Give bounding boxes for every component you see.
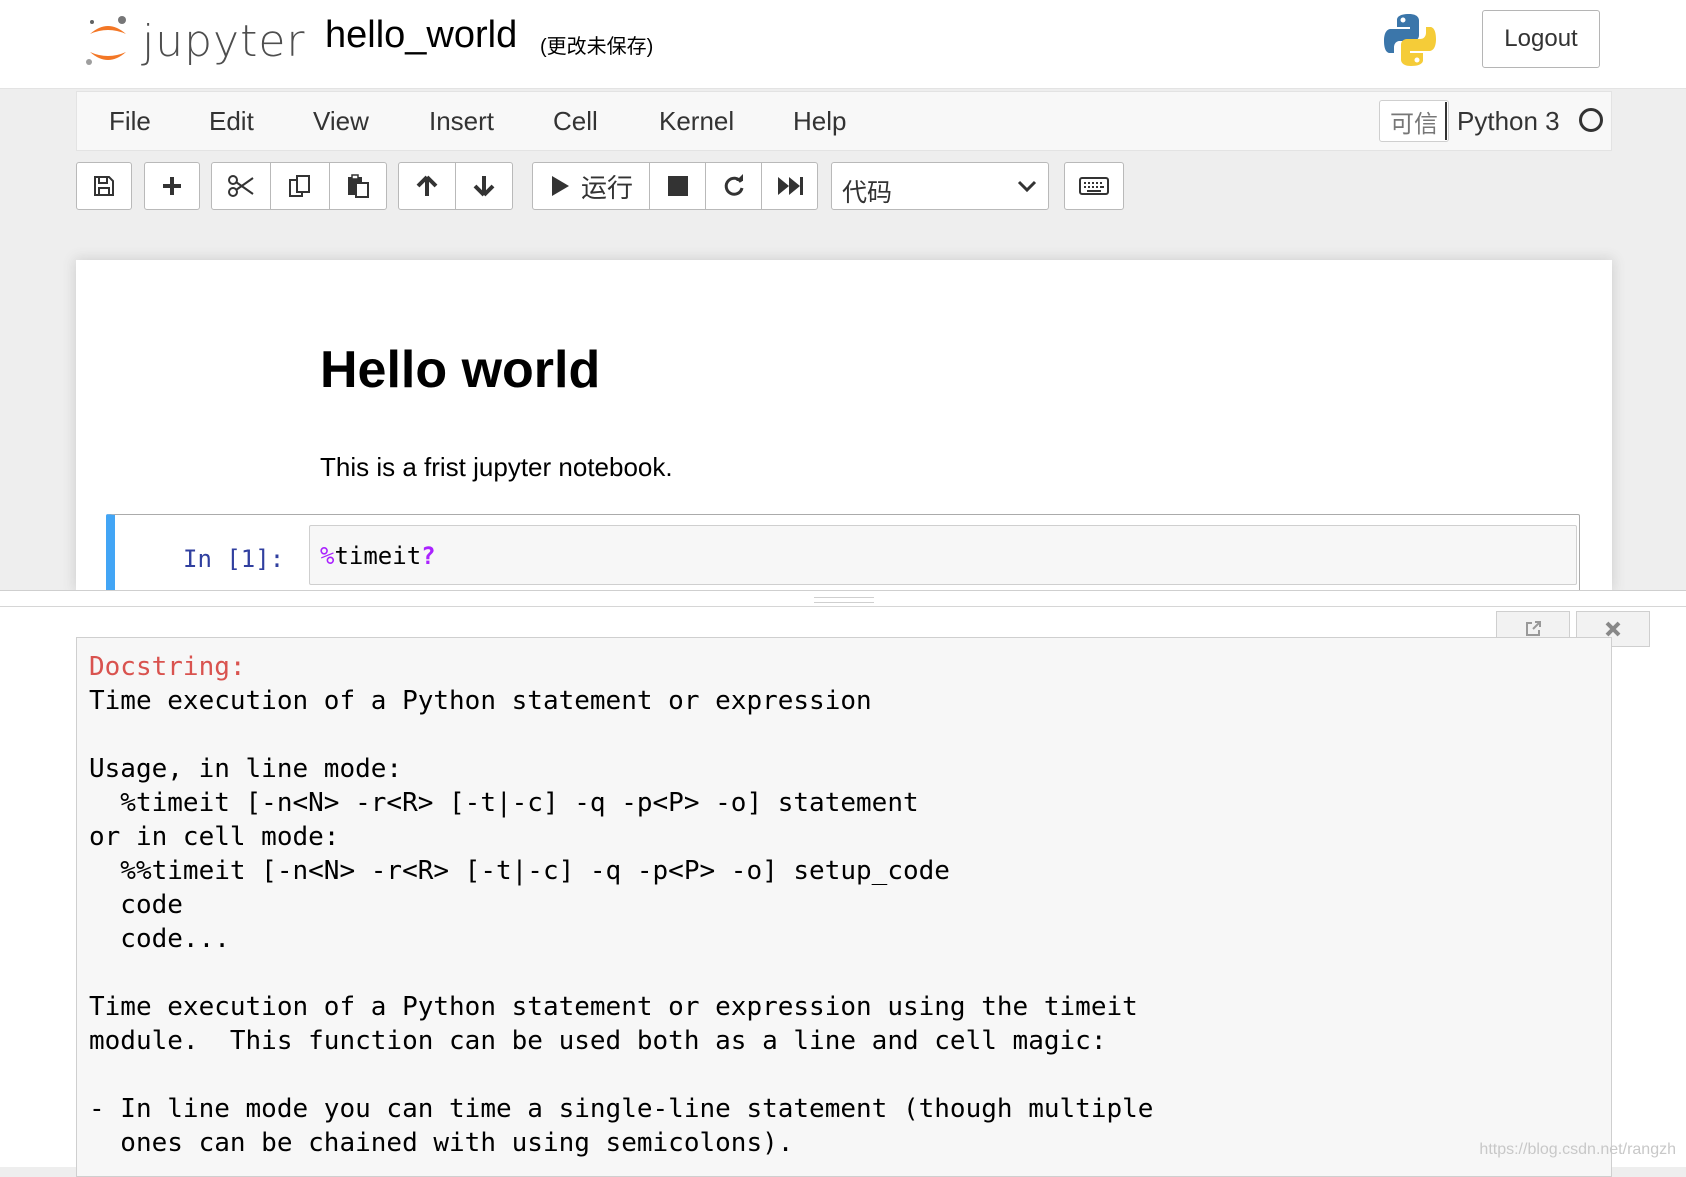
stop-icon	[667, 176, 688, 196]
code-cell[interactable]: In [1]: %timeit?	[106, 514, 1580, 594]
menu-edit[interactable]: Edit	[209, 106, 254, 137]
python-logo-icon	[1384, 14, 1436, 66]
copy-icon	[289, 175, 310, 197]
notebook-name[interactable]: hello_world	[325, 14, 517, 57]
kernel-idle-icon	[1579, 108, 1603, 132]
run-button[interactable]: 运行	[532, 162, 650, 210]
docstring-text: Docstring: Time execution of a Python st…	[89, 650, 1153, 1160]
save-status: (更改未保存)	[540, 36, 654, 58]
docstring-line: code	[89, 890, 183, 920]
fast-forward-icon	[777, 177, 803, 195]
paste-icon	[348, 174, 369, 198]
run-group: 运行	[532, 162, 818, 210]
magic-name: timeit	[334, 542, 422, 570]
menu-help[interactable]: Help	[793, 106, 846, 137]
cell-type-select[interactable]: 代码	[831, 162, 1049, 210]
notebook-container: Hello world This is a frist jupyter note…	[76, 260, 1612, 594]
pager-content[interactable]: Docstring: Time execution of a Python st…	[76, 637, 1612, 1177]
menu-kernel[interactable]: Kernel	[659, 106, 734, 137]
insert-cell-button[interactable]	[144, 162, 200, 210]
close-icon	[1605, 621, 1621, 637]
move-down-button[interactable]	[455, 162, 513, 210]
interrupt-button[interactable]	[649, 162, 706, 210]
toolbar: 运行 代码	[76, 162, 1616, 212]
help-question-mark: ?	[421, 542, 436, 570]
save-button[interactable]	[76, 162, 132, 210]
keyboard-icon	[1079, 177, 1109, 195]
copy-button[interactable]	[270, 162, 330, 210]
code-line: %timeit?	[320, 542, 436, 570]
jupyter-logo-icon	[86, 16, 126, 65]
pager-resize-handle[interactable]	[814, 597, 874, 603]
arrow-up-icon	[416, 175, 438, 196]
play-icon	[551, 176, 569, 196]
docstring-line: %%timeit [-n<N> -r<R> [-t|-c] -q -p<P> -…	[89, 856, 950, 886]
code-editor[interactable]: %timeit?	[309, 525, 1577, 585]
docstring-line: ones can be chained with using semicolon…	[89, 1128, 794, 1158]
jupyter-logo-text: jupyter	[142, 16, 306, 67]
command-palette-group	[1064, 162, 1124, 210]
input-prompt: In [1]:	[183, 545, 285, 573]
menu-file[interactable]: File	[109, 106, 151, 137]
external-link-icon	[1526, 621, 1541, 636]
watermark: https://blog.csdn.net/rangzh	[1479, 1141, 1676, 1158]
command-palette-button[interactable]	[1064, 162, 1124, 210]
docstring-line: code...	[89, 924, 230, 954]
floppy-disk-icon	[94, 176, 114, 196]
pager-panel: Docstring: Time execution of a Python st…	[0, 590, 1686, 1177]
header-bar: jupyter hello_world (更改未保存) Logout	[0, 0, 1686, 89]
move-group	[398, 162, 513, 210]
save-group	[76, 162, 132, 210]
menubar: File Edit View Insert Cell Kernel Help 可…	[76, 91, 1612, 151]
docstring-body: Time execution of a Python statement or …	[89, 686, 1153, 1158]
arrow-down-icon	[473, 176, 495, 197]
restart-icon	[724, 174, 743, 196]
plus-icon	[163, 177, 181, 195]
run-label: 运行	[580, 172, 633, 203]
docstring-line: Time execution of a Python statement or …	[89, 686, 872, 716]
docstring-line: Time execution of a Python statement or …	[89, 992, 1138, 1022]
insert-group	[144, 162, 200, 210]
menu-insert[interactable]: Insert	[429, 106, 494, 137]
logout-button[interactable]: Logout	[1482, 10, 1600, 68]
clipboard-group	[211, 162, 387, 210]
cut-button[interactable]	[211, 162, 271, 210]
docstring-header: Docstring:	[89, 652, 246, 682]
docstring-line: - In line mode you can time a single-lin…	[89, 1094, 1154, 1124]
menu-view[interactable]: View	[313, 106, 369, 137]
move-up-button[interactable]	[398, 162, 456, 210]
markdown-heading[interactable]: Hello world	[320, 340, 600, 400]
restart-button[interactable]	[705, 162, 762, 210]
menu-cell[interactable]: Cell	[553, 106, 598, 137]
trusted-indicator[interactable]: 可信	[1379, 100, 1449, 142]
scissors-icon	[228, 175, 254, 197]
docstring-line: module. This function can be used both a…	[89, 1026, 1107, 1056]
restart-run-all-button[interactable]	[761, 162, 818, 210]
magic-percent: %	[320, 542, 335, 570]
cell-type-value: 代码	[842, 179, 893, 207]
docstring-line: Usage, in line mode:	[89, 754, 403, 784]
chevron-down-icon	[1017, 180, 1037, 193]
jupyter-logo[interactable]: jupyter	[84, 12, 305, 72]
kernel-separator	[1445, 102, 1447, 140]
kernel-name[interactable]: Python 3	[1457, 106, 1560, 137]
pager-divider	[0, 606, 1686, 607]
markdown-paragraph[interactable]: This is a frist jupyter notebook.	[320, 452, 673, 483]
paste-button[interactable]	[329, 162, 387, 210]
docstring-line: or in cell mode:	[89, 822, 340, 852]
docstring-line: %timeit [-n<N> -r<R> [-t|-c] -q -p<P> -o…	[89, 788, 919, 818]
